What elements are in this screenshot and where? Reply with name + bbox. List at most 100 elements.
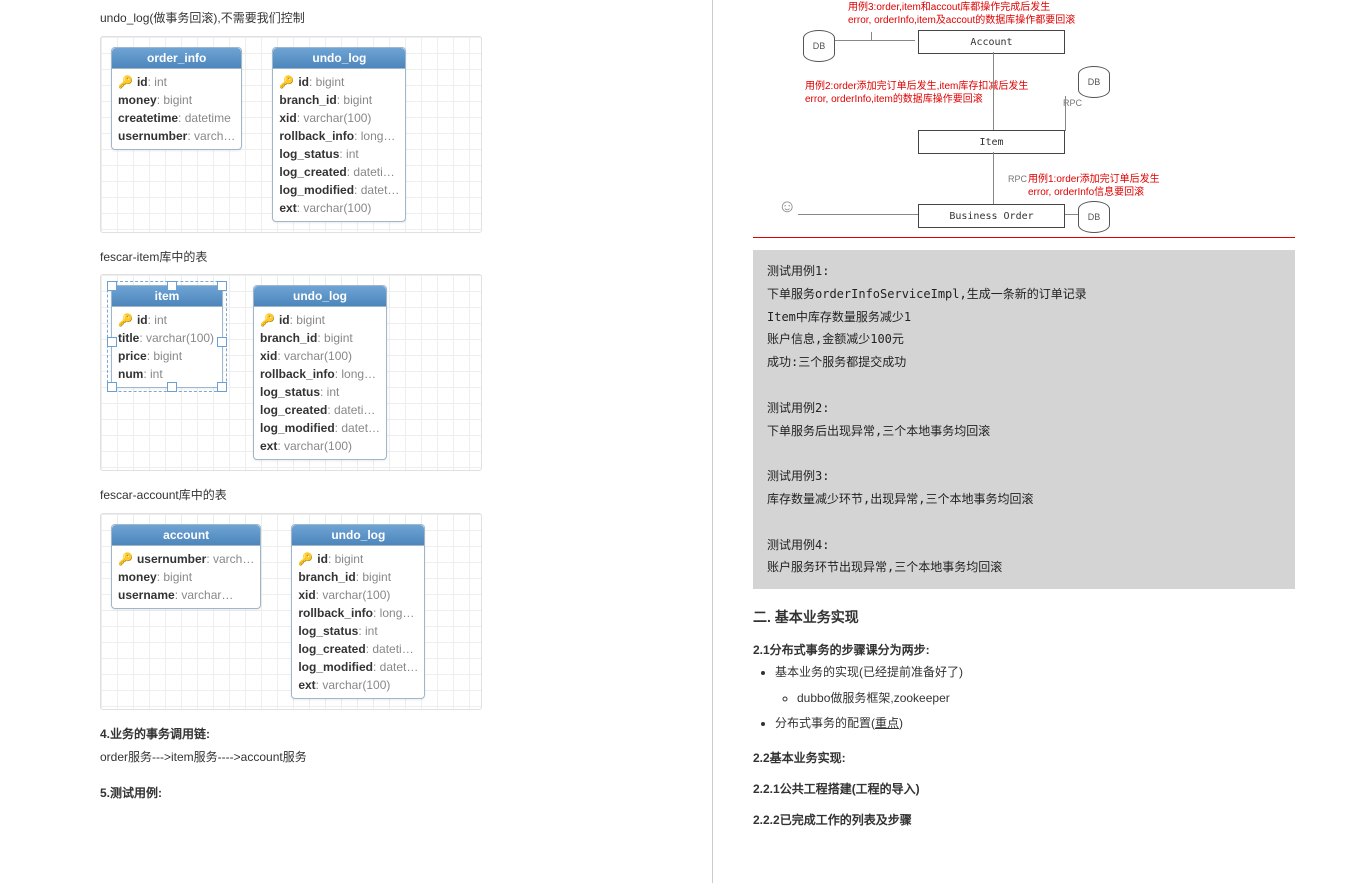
field-name: createtime <box>118 111 178 125</box>
table-field: branch_id: bigint <box>260 329 380 347</box>
primary-key-icon: 🔑 <box>279 75 294 89</box>
table-grid: order_info 🔑id: intmoney: bigintcreateti… <box>100 36 482 233</box>
left-column: undo_log(做事务回滚),不需要我们控制 order_info 🔑id: … <box>0 0 712 883</box>
table-field: rollback_info: long… <box>298 604 418 622</box>
field-name: log_created <box>260 403 327 417</box>
table-field: log_modified: datet… <box>298 658 418 676</box>
field-type: : int <box>143 367 162 381</box>
table-field: money: bigint <box>118 568 254 586</box>
field-type: : dateti… <box>347 165 395 179</box>
field-type: : bigint <box>328 552 363 566</box>
divider <box>753 237 1295 238</box>
arrow <box>1065 214 1078 215</box>
table-account: account 🔑usernumber: varch…money: bigint… <box>111 524 261 609</box>
primary-key-icon: 🔑 <box>118 75 133 89</box>
field-name: ext <box>279 201 296 215</box>
field-name: usernumber <box>118 129 187 143</box>
table-grid: account 🔑usernumber: varch…money: bigint… <box>100 513 482 710</box>
field-type: : bigint <box>147 349 182 363</box>
testcases-box: 测试用例1: 下单服务orderInfoServiceImpl,生成一条新的订单… <box>753 250 1295 589</box>
table-field: xid: varchar(100) <box>279 109 399 127</box>
field-name: branch_id <box>260 331 317 345</box>
primary-key-icon: 🔑 <box>118 313 133 327</box>
db-icon: DB <box>1078 66 1110 98</box>
page-root: undo_log(做事务回滚),不需要我们控制 order_info 🔑id: … <box>0 0 1365 883</box>
field-type: : bigint <box>356 570 391 584</box>
subsection-heading: 2.1分布式事务的步骤课分为两步: <box>753 641 1295 658</box>
table-undo_log: undo_log 🔑id: bigintbranch_id: bigintxid… <box>253 285 387 460</box>
field-name: rollback_info <box>260 367 335 381</box>
table-field: money: bigint <box>118 91 235 109</box>
table-field: rollback_info: long… <box>279 127 399 145</box>
chain-body: order服务--->item服务---->account服务 <box>100 747 642 769</box>
field-type: : bigint <box>317 331 352 345</box>
list-item: 基本业务的实现(已经提前准备好了) dubbo做服务框架,zookeeper <box>775 662 1295 709</box>
field-name: money <box>118 570 157 584</box>
arrow <box>993 52 994 130</box>
table-field: log_created: dateti… <box>279 163 399 181</box>
field-name: log_status <box>260 385 320 399</box>
table-field: branch_id: bigint <box>279 91 399 109</box>
usecase3-note: 用例3:order,item和accout库都操作完成后发生 error, or… <box>848 2 1075 27</box>
arrow <box>871 32 872 41</box>
primary-key-icon: 🔑 <box>260 313 275 327</box>
field-type: : datet… <box>354 183 399 197</box>
table-field: usernumber: varch… <box>118 127 235 145</box>
field-name: id <box>298 75 309 89</box>
field-type: : varchar(100) <box>277 349 352 363</box>
usecase2-note: 用例2:order添加完订单后发生,item库存扣减后发生 error, ord… <box>805 81 1028 106</box>
field-type: : varchar(100) <box>277 439 352 453</box>
field-name: ext <box>298 678 315 692</box>
field-name: xid <box>260 349 277 363</box>
arrow <box>798 214 918 215</box>
list-item: 分布式事务的配置(重点) <box>775 713 1295 735</box>
field-type: : int <box>320 385 339 399</box>
fescar-item-title: fescar-item库中的表 <box>100 247 642 269</box>
table-field: 🔑usernumber: varch… <box>118 550 254 568</box>
table-item: item 🔑id: inttitle: varchar(100)price: b… <box>111 285 223 388</box>
table-field: title: varchar(100) <box>118 329 216 347</box>
table-header: undo_log <box>254 286 386 307</box>
field-name: log_status <box>298 624 358 638</box>
table-header: item <box>112 286 222 307</box>
table-undo_log: undo_log 🔑id: bigintbranch_id: bigintxid… <box>272 47 406 222</box>
undo-log-text: undo_log(做事务回滚),不需要我们控制 <box>100 8 642 30</box>
field-name: num <box>118 367 143 381</box>
bullet-list: 基本业务的实现(已经提前准备好了) dubbo做服务框架,zookeeper 分… <box>775 662 1295 735</box>
table-field: ext: varchar(100) <box>260 437 380 455</box>
table-header: undo_log <box>273 48 405 69</box>
field-name: branch_id <box>298 570 355 584</box>
table-grid: item 🔑id: inttitle: varchar(100)price: b… <box>100 274 482 471</box>
primary-key-icon: 🔑 <box>118 552 133 566</box>
table-field: rollback_info: long… <box>260 365 380 383</box>
actor-icon: ☺ <box>778 196 796 217</box>
table-undo_log: undo_log 🔑id: bigintbranch_id: bigintxid… <box>291 524 425 699</box>
field-name: branch_id <box>279 93 336 107</box>
table-field: 🔑id: int <box>118 311 216 329</box>
table-field: 🔑id: bigint <box>298 550 418 568</box>
field-name: id <box>317 552 328 566</box>
list-item: dubbo做服务框架,zookeeper <box>797 688 1295 710</box>
component-item: Item <box>918 130 1065 154</box>
field-type: : bigint <box>337 93 372 107</box>
field-type: : bigint <box>309 75 344 89</box>
field-type: : datet… <box>373 660 418 674</box>
field-name: log_status <box>279 147 339 161</box>
field-name: log_created <box>279 165 346 179</box>
field-type: : dateti… <box>366 642 414 656</box>
table-order_info: order_info 🔑id: intmoney: bigintcreateti… <box>111 47 242 150</box>
field-type: : bigint <box>157 570 192 584</box>
table-field: num: int <box>118 365 216 383</box>
field-name: log_created <box>298 642 365 656</box>
subsection-heading: 2.2.2已完成工作的列表及步骤 <box>753 811 1295 828</box>
arrow <box>835 40 915 41</box>
table-field: log_status: int <box>298 622 418 640</box>
field-name: rollback_info <box>298 606 373 620</box>
field-type: : int <box>148 75 167 89</box>
architecture-diagram: 用例3:order,item和accout库都操作完成后发生 error, or… <box>753 6 1295 231</box>
table-field: 🔑id: int <box>118 73 235 91</box>
arrow <box>1065 96 1066 131</box>
field-type: : varchar(100) <box>316 678 391 692</box>
field-type: : varchar(100) <box>297 111 372 125</box>
field-name: xid <box>279 111 296 125</box>
